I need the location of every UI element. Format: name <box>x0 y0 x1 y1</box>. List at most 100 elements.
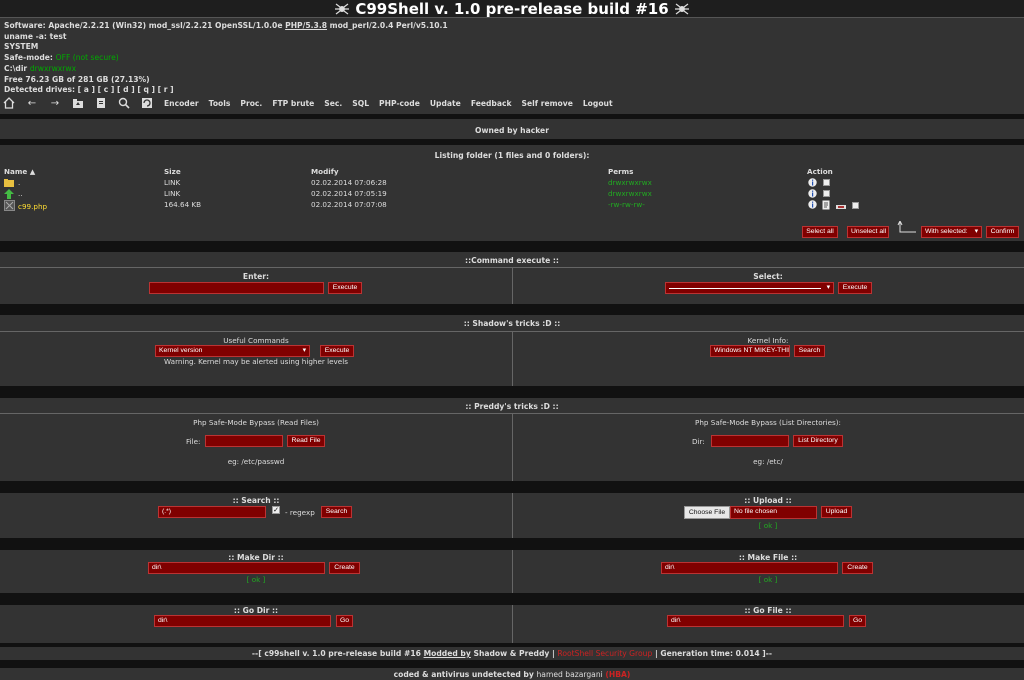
search-button[interactable]: Search <box>321 506 352 518</box>
buffer-icon[interactable] <box>95 97 107 109</box>
shadow-header: :: Shadow's tricks :D :: <box>463 319 561 328</box>
file-name[interactable]: . <box>18 177 20 188</box>
chevron-down-icon: ▾ <box>302 347 306 354</box>
confirm-button[interactable]: Confirm <box>986 226 1019 238</box>
table-row: . LINK 02.02.2014 07:06:28 drwxrwxrwx <box>0 177 1024 188</box>
file-table-header: Name ▲ Size Modify Perms Action <box>0 166 1024 177</box>
kernel-search-button[interactable]: Search <box>794 345 825 357</box>
corner-arrow-icon <box>897 219 917 237</box>
file-name[interactable]: c99.php <box>18 201 47 212</box>
nav-logout[interactable]: Logout <box>583 99 613 108</box>
nav-encoder[interactable]: Encoder <box>164 99 199 108</box>
execute-select-button[interactable]: Execute <box>838 282 872 294</box>
dir-label[interactable]: C:\dir <box>4 64 27 73</box>
search-header: :: Search :: <box>232 496 280 505</box>
make-file-input[interactable]: dir\ <box>661 562 838 574</box>
download-icon[interactable] <box>836 202 846 213</box>
table-row: .. LINK 02.02.2014 07:05:19 drwxrwxrwx <box>0 188 1024 199</box>
upload-status: [ ok ] <box>758 521 778 530</box>
with-selected-select[interactable]: With selected: ▾ <box>921 226 982 238</box>
band-divider <box>0 241 1024 252</box>
footer-group-link[interactable]: RootShell Security Group <box>557 649 652 658</box>
home-icon[interactable] <box>3 97 15 109</box>
file-size: 164.64 KB <box>164 200 202 209</box>
software-extra: mod_perl/2.0.4 Perl/v5.10.1 <box>329 21 448 30</box>
list-directory-button[interactable]: List Directory <box>793 435 843 447</box>
command-input[interactable] <box>149 282 324 294</box>
upload-button[interactable]: Upload <box>821 506 852 518</box>
edit-icon[interactable] <box>822 200 831 213</box>
refresh-icon[interactable] <box>141 97 153 109</box>
read-file-input[interactable] <box>205 435 283 447</box>
kernel-info-input[interactable]: Windows NT MIKEY-THIN <box>710 345 790 357</box>
col-modify[interactable]: Modify <box>311 166 339 177</box>
file-size: LINK <box>164 178 181 187</box>
row-checkbox[interactable] <box>852 202 859 209</box>
nav-feedback[interactable]: Feedback <box>471 99 512 108</box>
list-dirs-title: Php Safe-Mode Bypass (List Directories): <box>695 418 841 427</box>
nav-php-code[interactable]: PHP-code <box>379 99 420 108</box>
command-select[interactable]: ▾ <box>665 282 834 294</box>
table-row: c99.php 164.64 KB 02.02.2014 07:07:08 -r… <box>0 199 1024 213</box>
footer-coded: coded & antivirus undetected by <box>393 670 534 679</box>
file-perms[interactable]: drwxrwxrwx <box>608 188 652 199</box>
kernel-info-label: Kernel Info: <box>747 336 789 345</box>
band-divider <box>0 593 1024 605</box>
col-name[interactable]: Name ▲ <box>4 166 35 177</box>
search-icon[interactable] <box>118 97 130 109</box>
unselect-all-button[interactable]: Unselect all <box>847 226 889 238</box>
file-perms[interactable]: drwxrwxrwx <box>608 177 652 188</box>
footer-modded: Modded by <box>423 649 471 658</box>
nav-ftp-brute[interactable]: FTP brute <box>272 99 314 108</box>
preddy-header: :: Preddy's tricks :D :: <box>465 402 559 411</box>
nav-tools[interactable]: Tools <box>209 99 231 108</box>
footer-generation: | Generation time: 0.014 ]-- <box>654 649 773 658</box>
go-file-button[interactable]: Go <box>849 615 866 627</box>
list-dir-input[interactable] <box>711 435 789 447</box>
go-dir-button[interactable]: Go <box>336 615 353 627</box>
make-file-create-button[interactable]: Create <box>842 562 873 574</box>
up-folder-icon[interactable] <box>72 97 84 109</box>
go-dir-input[interactable]: dir\ <box>154 615 331 627</box>
col-size[interactable]: Size <box>164 166 181 177</box>
back-icon[interactable]: ← <box>26 97 38 109</box>
band-divider <box>0 660 1024 668</box>
info-icon[interactable] <box>808 200 817 212</box>
footer-line1: --[ c99shell v. 1.0 pre-release build #1… <box>0 649 1024 658</box>
band-divider <box>0 114 1024 119</box>
regexp-checkbox[interactable]: ✓ <box>272 506 280 514</box>
search-input[interactable]: (.*) <box>158 506 266 518</box>
uname: uname -a: test <box>4 31 67 41</box>
choose-file-button[interactable]: Choose File <box>684 506 730 519</box>
nav-proc[interactable]: Proc. <box>240 99 262 108</box>
file-perms[interactable]: -rw-rw-rw- <box>608 199 645 210</box>
nav-sql[interactable]: SQL <box>352 99 369 108</box>
read-file-example: eg: /etc/passwd <box>227 457 285 466</box>
go-dir-header: :: Go Dir :: <box>233 606 279 615</box>
select-all-button[interactable]: Select all <box>802 226 838 238</box>
footer-author-tag: (HBA) <box>605 670 631 679</box>
file-name[interactable]: .. <box>18 188 23 199</box>
col-perms[interactable]: Perms <box>608 166 633 177</box>
read-file-button[interactable]: Read File <box>287 435 325 447</box>
make-dir-create-button[interactable]: Create <box>329 562 360 574</box>
file-modify: 02.02.2014 07:06:28 <box>311 178 387 187</box>
useful-commands-select[interactable]: Kernel version ▾ <box>155 345 310 357</box>
forward-icon[interactable]: → <box>49 97 61 109</box>
row-checkbox[interactable] <box>823 179 830 186</box>
make-dir-input[interactable]: dir\ <box>148 562 325 574</box>
php-version-link[interactable]: PHP/5.3.8 <box>285 21 327 30</box>
execute-button[interactable]: Execute <box>328 282 362 294</box>
make-file-status: [ ok ] <box>758 575 778 584</box>
band-divider <box>0 139 1024 145</box>
nav-update[interactable]: Update <box>430 99 461 108</box>
row-checkbox[interactable] <box>823 190 830 197</box>
server-info: Software: Apache/2.2.21 (Win32) mod_ssl/… <box>4 21 448 96</box>
nav-sec[interactable]: Sec. <box>324 99 342 108</box>
nav-self-remove[interactable]: Self remove <box>522 99 573 108</box>
execute-useful-button[interactable]: Execute <box>320 345 354 357</box>
php-file-icon <box>4 200 15 214</box>
user: SYSTEM <box>4 42 39 52</box>
go-file-input[interactable]: dir\ <box>667 615 844 627</box>
make-file-header: :: Make File :: <box>738 553 798 562</box>
